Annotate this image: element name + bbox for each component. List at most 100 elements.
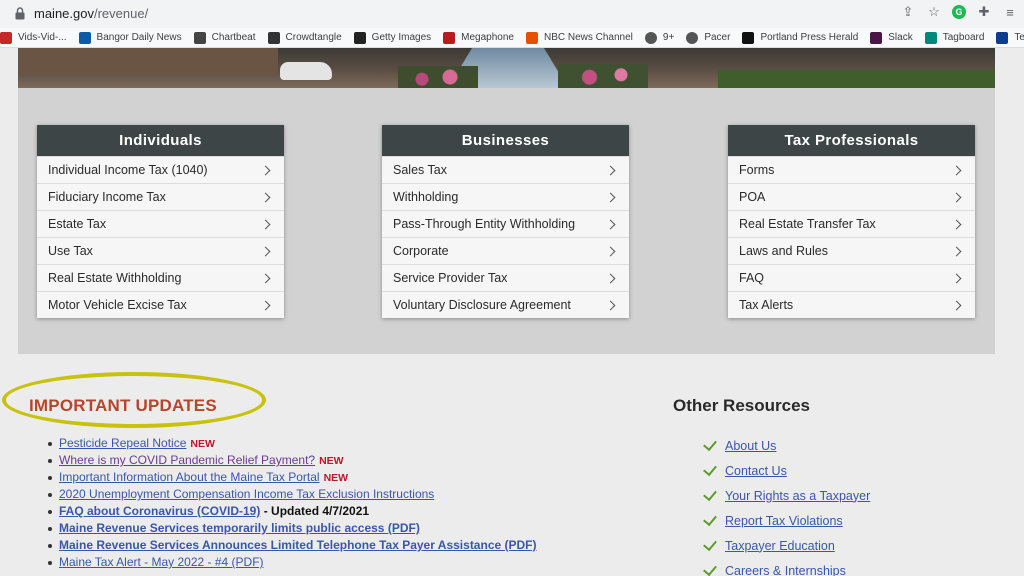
- resource-link[interactable]: Taxpayer Education: [725, 539, 835, 553]
- update-link[interactable]: Maine Revenue Services Announces Limited…: [59, 538, 537, 552]
- nbc-peacock-icon: [525, 31, 538, 44]
- url-text[interactable]: maine.gov/revenue/: [34, 6, 148, 21]
- card-link-row[interactable]: Forms: [728, 156, 975, 183]
- chevron-right-icon: [260, 192, 271, 202]
- card-link-row[interactable]: POA: [728, 183, 975, 210]
- chevron-right-icon: [605, 300, 616, 310]
- card-link-row[interactable]: Fiduciary Income Tax: [37, 183, 284, 210]
- update-link[interactable]: Maine Tax Alert - May 2022 - #4 (PDF): [59, 555, 264, 569]
- update-link[interactable]: Important Information About the Maine Ta…: [59, 470, 320, 484]
- card-link-row[interactable]: Laws and Rules: [728, 237, 975, 264]
- card-link-row[interactable]: Corporate: [382, 237, 629, 264]
- lock-icon[interactable]: [14, 7, 26, 20]
- update-link[interactable]: Pesticide Repeal Notice: [59, 436, 186, 450]
- resource-list-item: Contact Us: [703, 458, 870, 483]
- card-link-row[interactable]: Pass-Through Entity Withholding: [382, 210, 629, 237]
- grammarly-extension-icon[interactable]: G: [952, 5, 966, 19]
- card-link-label: FAQ: [739, 271, 765, 285]
- card-link-row[interactable]: Real Estate Withholding: [37, 264, 284, 291]
- chevron-right-icon: [260, 219, 271, 229]
- card-link-row[interactable]: FAQ: [728, 264, 975, 291]
- bookmark-label: Chartbeat: [211, 32, 256, 43]
- card-link-row[interactable]: Voluntary Disclosure Agreement: [382, 291, 629, 318]
- checkmark-icon: [703, 461, 717, 476]
- extensions-puzzle-icon[interactable]: ✚: [976, 4, 992, 20]
- bookmark-item[interactable]: Tegna Okta: [996, 31, 1024, 44]
- chevron-right-icon: [260, 165, 271, 175]
- card-link-row[interactable]: Tax Alerts: [728, 291, 975, 318]
- card-link-label: Real Estate Transfer Tax: [739, 217, 876, 231]
- okta-icon: [996, 31, 1009, 44]
- chevron-right-icon: [951, 300, 962, 310]
- resource-link[interactable]: Careers & Internships: [725, 564, 846, 576]
- card-link-row[interactable]: Real Estate Transfer Tax: [728, 210, 975, 237]
- card-link-label: Voluntary Disclosure Agreement: [393, 298, 571, 312]
- card-link-row[interactable]: Use Tax: [37, 237, 284, 264]
- card-link-label: Estate Tax: [48, 217, 107, 231]
- card-link-label: Service Provider Tax: [393, 271, 508, 285]
- card-link-label: POA: [739, 190, 766, 204]
- chevron-right-icon: [951, 246, 962, 256]
- card-title: Individuals: [37, 125, 284, 156]
- resource-link[interactable]: Report Tax Violations: [725, 514, 843, 528]
- bookmark-label: Tegna Okta: [1014, 32, 1024, 43]
- chartbeat-icon: [193, 31, 206, 44]
- bookmark-label: Slack: [888, 32, 913, 43]
- card-link-row[interactable]: Sales Tax: [382, 156, 629, 183]
- other-resources-heading: Other Resources: [673, 396, 810, 415]
- bookmark-label: Portland Press Herald: [760, 32, 859, 43]
- resource-list-item: Report Tax Violations: [703, 508, 870, 533]
- resource-link[interactable]: Contact Us: [725, 464, 787, 478]
- update-list-item: Maine Revenue Services Announces Limited…: [46, 537, 666, 554]
- resource-link[interactable]: Your Rights as a Taxpayer: [725, 489, 870, 503]
- page-content: Individuals Individual Income Tax (1040) F…: [0, 48, 1024, 576]
- update-link[interactable]: 2020 Unemployment Compensation Income Ta…: [59, 487, 434, 501]
- card-link-row[interactable]: Withholding: [382, 183, 629, 210]
- bookmark-item[interactable]: Vids-Vid-...: [0, 31, 67, 44]
- card-link-label: Sales Tax: [393, 163, 447, 177]
- chevron-right-icon: [605, 273, 616, 283]
- card-link-row[interactable]: Motor Vehicle Excise Tax: [37, 291, 284, 318]
- update-list-item: Maine Tax Alert - May 2022 - #4 (PDF): [46, 554, 666, 571]
- chevron-right-icon: [605, 192, 616, 202]
- bookmark-label: Crowdtangle: [285, 32, 342, 43]
- bookmark-item[interactable]: Slack: [870, 31, 913, 44]
- card-link-label: Forms: [739, 163, 775, 177]
- checkmark-icon: [703, 561, 717, 576]
- update-list-item: Where is my COVID Pandemic Relief Paymen…: [46, 452, 666, 469]
- address-bar[interactable]: maine.gov/revenue/ ⇪ ☆ G ✚ ≡: [0, 0, 1024, 28]
- card-link-row[interactable]: Individual Income Tax (1040): [37, 156, 284, 183]
- bookmark-item[interactable]: Megaphone: [443, 31, 514, 44]
- bdn-icon: [78, 31, 91, 44]
- share-icon[interactable]: ⇪: [900, 4, 916, 20]
- bookmark-item[interactable]: Pacer: [686, 31, 730, 44]
- bookmark-item[interactable]: Portland Press Herald: [742, 31, 859, 44]
- url-path: /revenue/: [93, 6, 149, 21]
- resource-link[interactable]: About Us: [725, 439, 776, 453]
- bookmark-item[interactable]: Crowdtangle: [267, 31, 342, 44]
- update-list-item: Pesticide Repeal Notice NEW: [46, 435, 666, 452]
- new-badge: NEW: [323, 472, 349, 484]
- bookmark-item[interactable]: NBC News Channel: [525, 31, 633, 44]
- bookmark-item[interactable]: Tagboard: [924, 31, 984, 44]
- reading-list-icon[interactable]: ≡: [1002, 4, 1018, 20]
- bookmark-label: Bangor Daily News: [96, 32, 182, 43]
- update-link[interactable]: Maine Revenue Services temporarily limit…: [59, 521, 420, 535]
- card-link-row[interactable]: Estate Tax: [37, 210, 284, 237]
- bookmark-item[interactable]: Chartbeat: [193, 31, 256, 44]
- chevron-right-icon: [951, 192, 962, 202]
- resource-list-item: Your Rights as a Taxpayer: [703, 483, 870, 508]
- bookmark-label: Vids-Vid-...: [18, 32, 67, 43]
- bookmark-item[interactable]: Getty Images: [353, 31, 431, 44]
- update-link[interactable]: Where is my COVID Pandemic Relief Paymen…: [59, 453, 315, 467]
- card-link-row[interactable]: Service Provider Tax: [382, 264, 629, 291]
- bookmark-item[interactable]: Bangor Daily News: [78, 31, 182, 44]
- video-icon: [0, 31, 12, 44]
- chevron-right-icon: [951, 273, 962, 283]
- resource-list-item: About Us: [703, 433, 870, 458]
- bookmark-item[interactable]: 9+: [644, 31, 674, 44]
- update-link[interactable]: FAQ about Coronavirus (COVID-19): [59, 504, 260, 518]
- card-link-label: Tax Alerts: [739, 298, 794, 312]
- card-link-label: Fiduciary Income Tax: [48, 190, 166, 204]
- bookmark-star-icon[interactable]: ☆: [926, 4, 942, 20]
